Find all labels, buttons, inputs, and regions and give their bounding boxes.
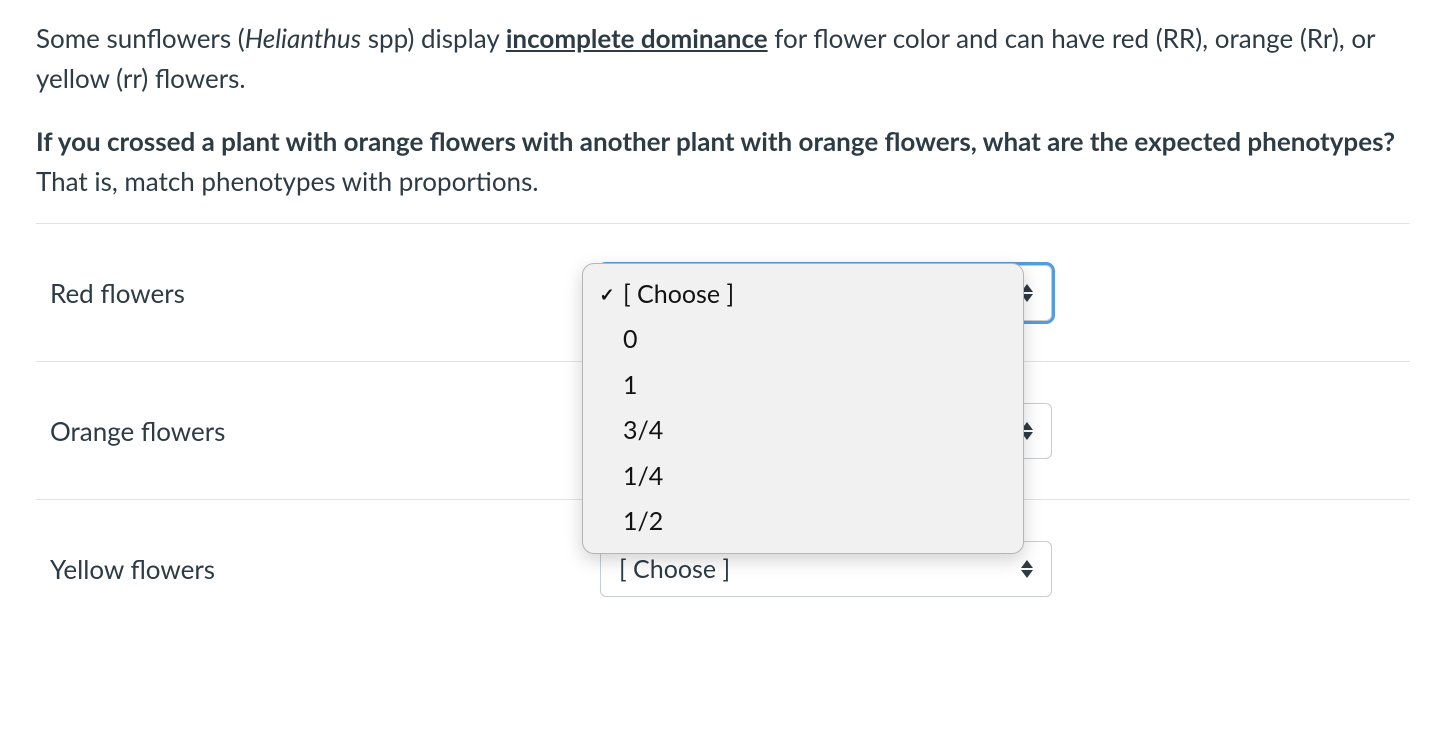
match-label-orange: Orange flowers: [36, 393, 596, 469]
match-label-yellow: Yellow flowers: [36, 531, 596, 607]
dropdown-option-text: 1/4: [619, 458, 663, 496]
dropdown-option-text: 0: [619, 321, 638, 359]
dropdown-option-choose[interactable]: ✓ [ Choose ]: [583, 272, 1023, 318]
dropdown-option-1[interactable]: 1: [583, 363, 1023, 409]
intro-text-a: Some sunflowers (: [36, 22, 245, 54]
dropdown-option-3-4[interactable]: 3/4: [583, 408, 1023, 454]
match-label-red: Red flowers: [36, 255, 596, 331]
select-value-yellow: [ Choose ]: [619, 550, 730, 589]
matching-area: Red flowers [ Choose ] ✓ [ Choose ] 0: [36, 223, 1410, 638]
intro-underline-bold: incomplete dominance: [506, 22, 768, 54]
match-row-red: Red flowers [ Choose ] ✓ [ Choose ] 0: [36, 224, 1410, 362]
question-block: Some sunflowers (Helianthus spp) display…: [36, 18, 1410, 201]
prompt-rest: That is, match phenotypes with proportio…: [36, 165, 538, 197]
intro-italic: Helianthus: [245, 22, 361, 54]
dropdown-option-text: 1/2: [619, 503, 663, 541]
intro-text-b: spp) display: [361, 22, 506, 54]
question-prompt-paragraph: If you crossed a plant with orange flowe…: [36, 121, 1410, 202]
select-cell-red: [ Choose ] ✓ [ Choose ] 0 1: [596, 241, 1056, 345]
dropdown-panel: ✓ [ Choose ] 0 1 3/4 1/4: [582, 263, 1024, 554]
dropdown-option-0[interactable]: 0: [583, 317, 1023, 363]
select-arrows-icon: [1021, 560, 1033, 578]
question-intro-paragraph: Some sunflowers (Helianthus spp) display…: [36, 18, 1410, 99]
dropdown-option-text: 3/4: [619, 412, 663, 450]
dropdown-option-text: 1: [619, 367, 638, 405]
dropdown-option-1-4[interactable]: 1/4: [583, 454, 1023, 500]
dropdown-option-text: [ Choose ]: [619, 276, 734, 314]
check-icon: ✓: [595, 281, 619, 308]
prompt-bold: If you crossed a plant with orange flowe…: [36, 125, 1395, 157]
dropdown-option-1-2[interactable]: 1/2: [583, 499, 1023, 545]
